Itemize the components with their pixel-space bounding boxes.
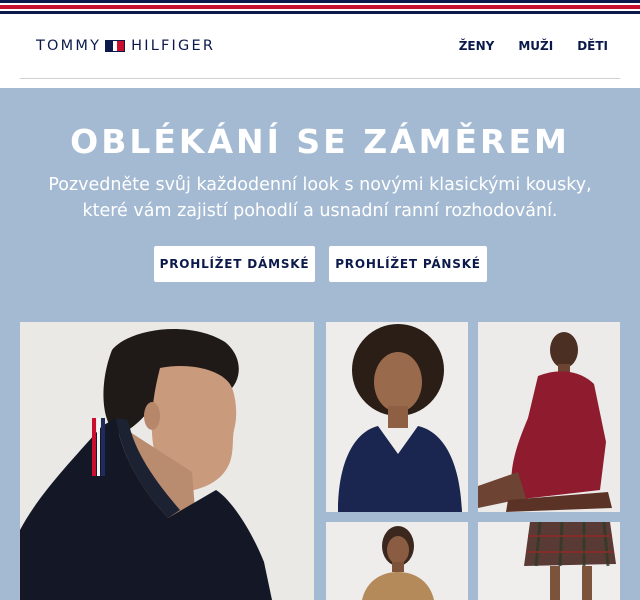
nav-item-men[interactable]: MUŽI — [518, 39, 553, 53]
nav-item-women[interactable]: ŽENY — [459, 39, 495, 53]
brand-logo[interactable]: TOMMY HILFIGER — [36, 37, 215, 55]
photo-woman-navy-sweater-illustration — [326, 322, 468, 512]
photo-woman-navy-sweater[interactable] — [326, 322, 468, 512]
photo-plaid-skirt[interactable] — [478, 522, 620, 600]
photo-woman-tan-top-illustration — [326, 522, 468, 600]
brand-stripes — [0, 0, 640, 14]
header: TOMMY HILFIGER ŽENY MUŽI DĚTI — [0, 14, 640, 78]
hero-section: OBLÉKÁNÍ SE ZÁMĚREM Pozvedněte svůj každ… — [0, 88, 640, 600]
nav-item-kids[interactable]: DĚTI — [577, 39, 608, 53]
photo-woman-tan-top[interactable] — [326, 522, 468, 600]
header-divider — [20, 78, 620, 79]
browse-women-button[interactable]: PROHLÍŽET DÁMSKÉ — [154, 246, 315, 282]
photo-woman-burgundy-dress[interactable] — [478, 322, 620, 512]
logo-text-left: TOMMY — [36, 38, 102, 54]
hero-headline: OBLÉKÁNÍ SE ZÁMĚREM — [70, 122, 570, 161]
browse-men-button[interactable]: PROHLÍŽET PÁNSKÉ — [329, 246, 487, 282]
flag-icon — [105, 40, 126, 52]
logo-text-right: HILFIGER — [131, 38, 216, 54]
photo-woman-coat-illustration — [20, 322, 314, 600]
main-nav: ŽENY MUŽI DĚTI — [459, 39, 608, 53]
photo-plaid-skirt-illustration — [478, 522, 620, 600]
photo-woman-burgundy-dress-illustration — [478, 322, 620, 512]
photo-woman-coat[interactable] — [20, 322, 314, 600]
hero-subtitle: Pozvedněte svůj každodenní look s novými… — [48, 175, 592, 221]
